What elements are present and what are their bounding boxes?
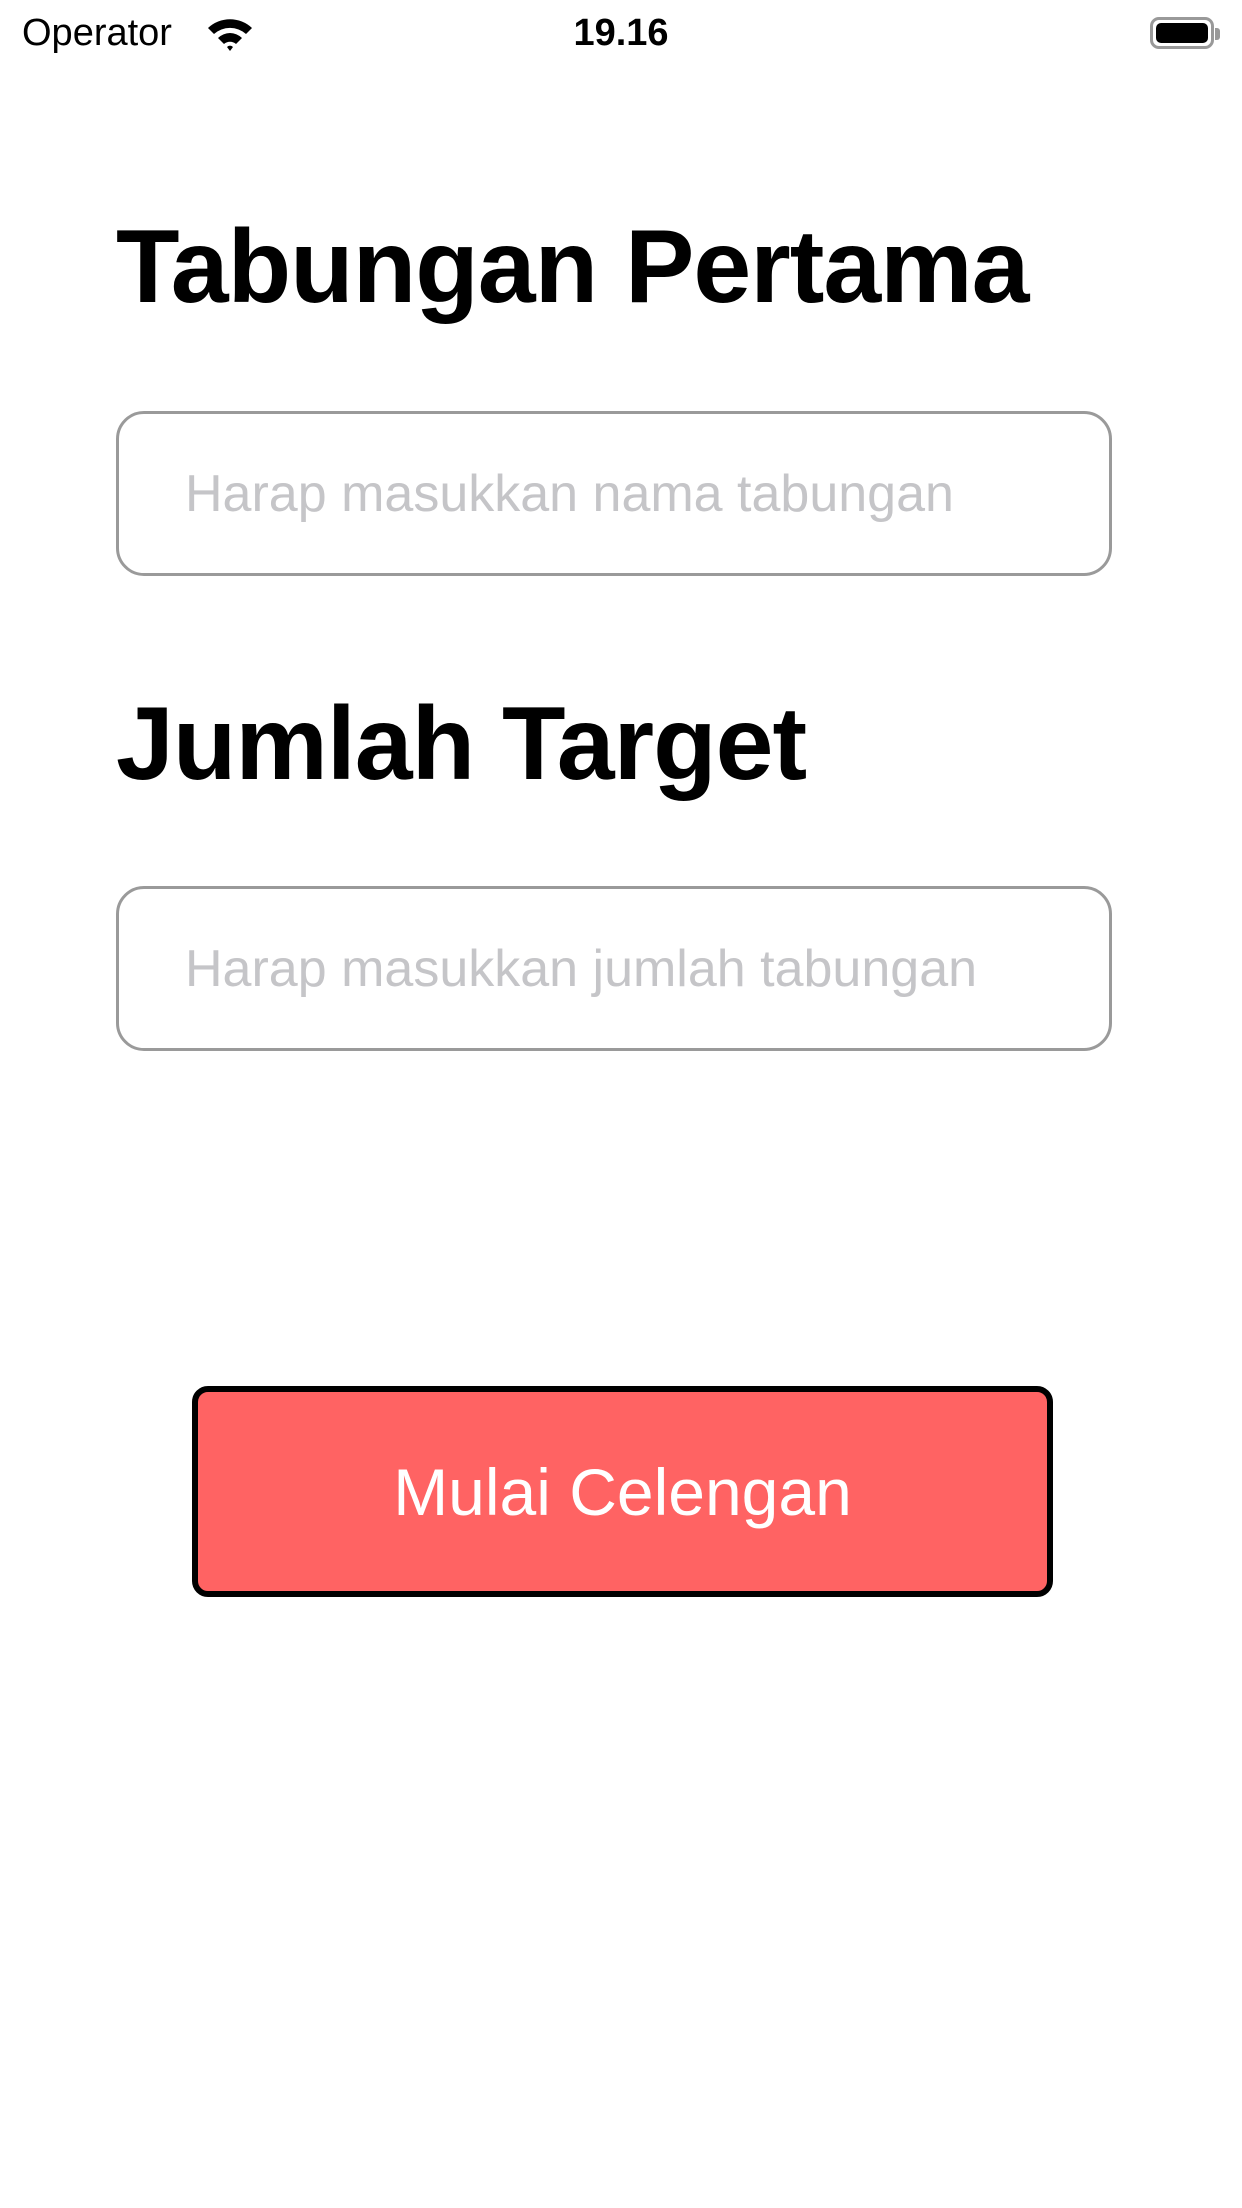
status-bar: Operator 19.16 [0, 0, 1242, 70]
savings-name-input[interactable] [119, 414, 1109, 573]
start-savings-button[interactable]: Mulai Celengan [192, 1386, 1053, 1597]
target-amount-heading: Jumlah Target [116, 686, 807, 802]
target-amount-field[interactable] [116, 886, 1112, 1051]
savings-name-field[interactable] [116, 411, 1112, 576]
clock: 19.16 [573, 12, 669, 54]
battery-icon [1150, 17, 1220, 49]
target-amount-input[interactable] [119, 889, 1109, 1048]
savings-name-heading: Tabungan Pertama [116, 209, 1029, 325]
